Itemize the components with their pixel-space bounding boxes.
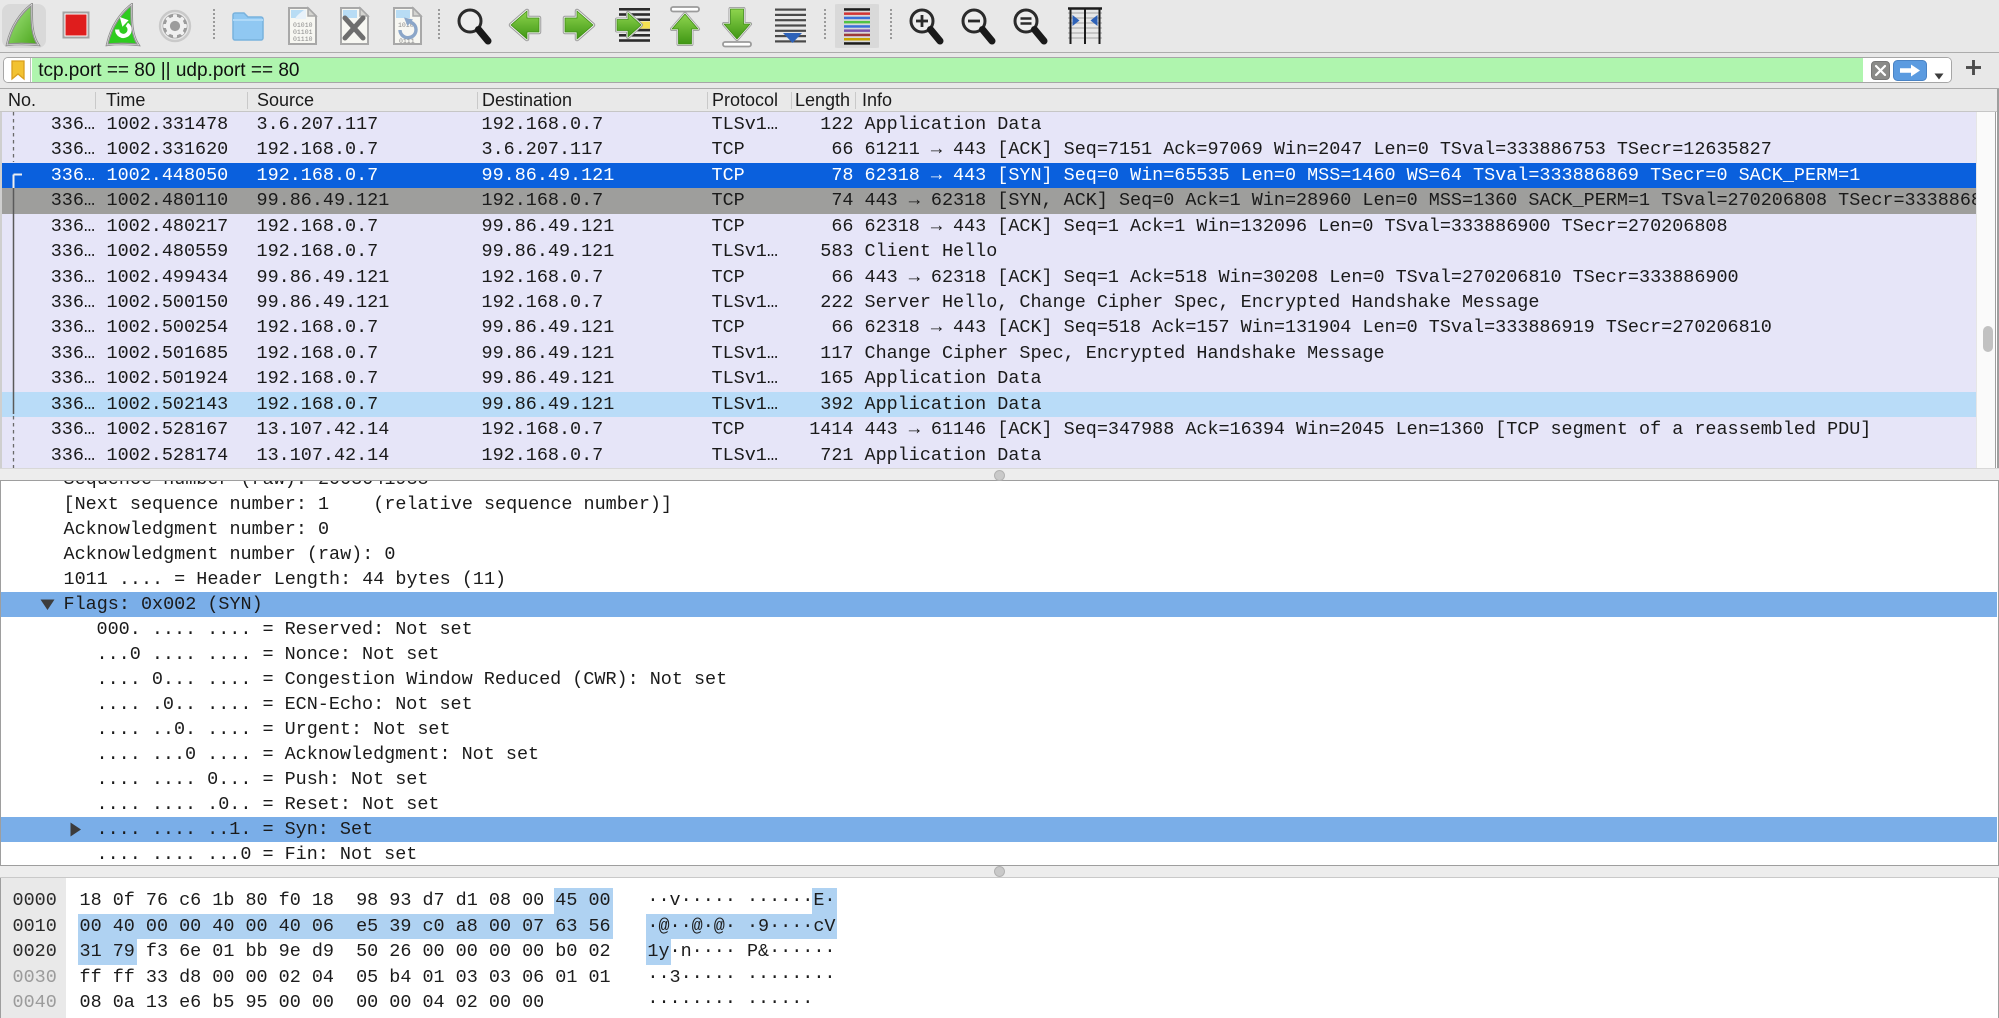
- svg-text:01101: 01101: [293, 29, 313, 36]
- svg-text:01010: 01010: [293, 22, 313, 29]
- svg-text:0111: 0111: [399, 38, 415, 45]
- svg-text:01110: 01110: [293, 36, 313, 43]
